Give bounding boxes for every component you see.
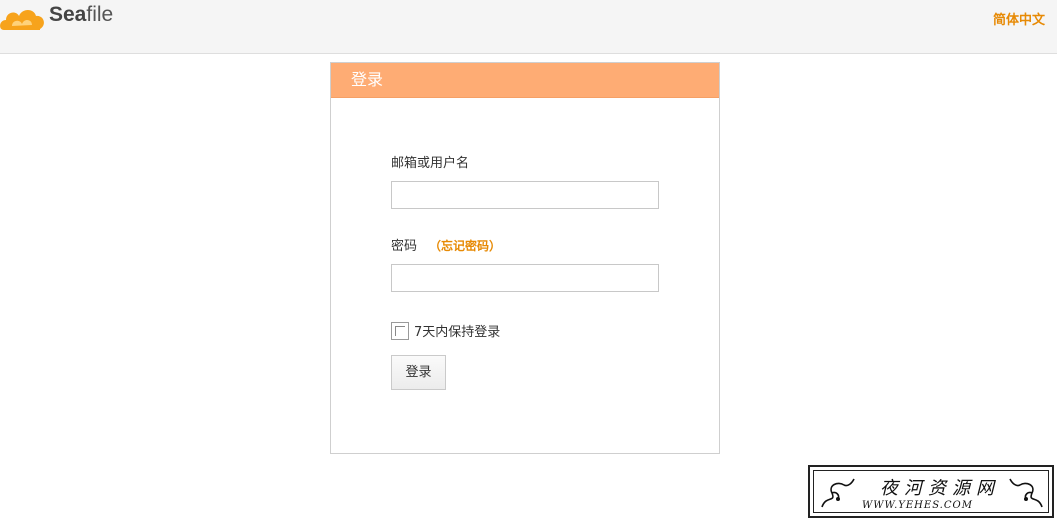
- username-label: 邮箱或用户名: [391, 156, 470, 171]
- logo-text: Seafile: [49, 3, 113, 27]
- logo[interactable]: Seafile: [0, 0, 113, 32]
- watermark-title: 夜河资源网: [880, 478, 1000, 499]
- checkbox-unchecked-icon[interactable]: [391, 321, 409, 340]
- remember-me[interactable]: 7天内保持登录: [391, 321, 500, 340]
- watermark-stamp: 夜河资源网 WWW.YEHES.COM: [808, 465, 1054, 518]
- language-link[interactable]: 简体中文: [993, 9, 1045, 28]
- login-panel-header: 登录: [331, 63, 719, 98]
- password-label: 密码: [391, 239, 418, 254]
- logo-text-rest: file: [86, 3, 114, 26]
- password-input[interactable]: [391, 264, 659, 292]
- forgot-password-link[interactable]: （忘记密码）: [429, 239, 501, 253]
- ornament-swirl-icon: [818, 473, 858, 517]
- seafile-cloud-logo-icon: [0, 0, 46, 32]
- login-panel: 登录 邮箱或用户名 密码 （忘记密码） 7天内保持登录 登录: [330, 62, 720, 454]
- logo-text-bold: Sea: [49, 3, 87, 26]
- top-bar: Seafile 简体中文: [0, 0, 1057, 54]
- remember-me-label: 7天内保持登录: [414, 325, 501, 340]
- login-submit-button[interactable]: 登录: [391, 355, 446, 390]
- username-input[interactable]: [391, 181, 659, 209]
- password-label-row: 密码 （忘记密码）: [391, 235, 501, 254]
- ornament-swirl-icon: [1006, 473, 1046, 517]
- watermark-url: WWW.YEHES.COM: [862, 500, 973, 511]
